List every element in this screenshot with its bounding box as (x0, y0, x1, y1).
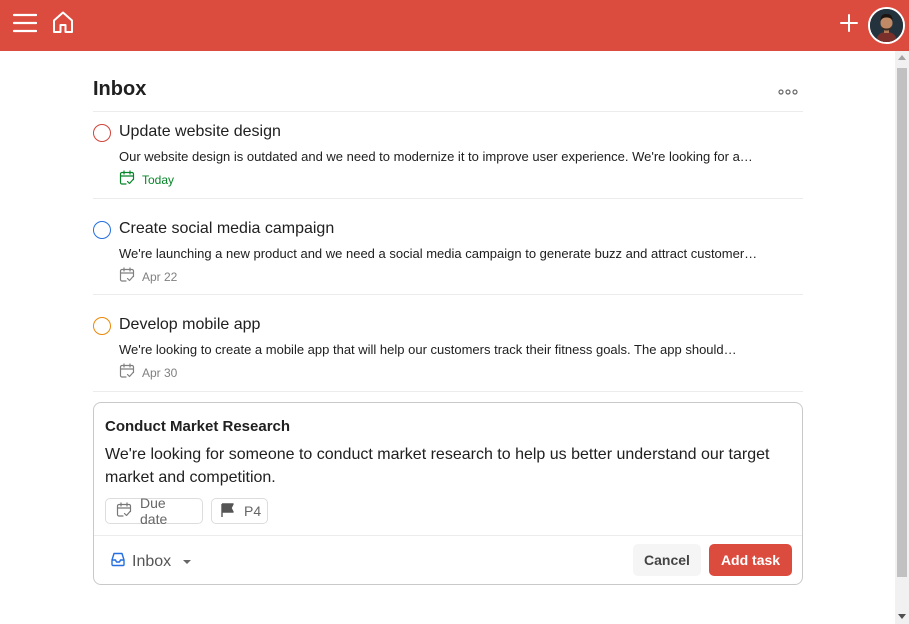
project-label: Inbox (132, 552, 172, 570)
more-options-button[interactable] (774, 80, 802, 102)
task-item: Create social media campaign We're launc… (93, 220, 803, 316)
task-title[interactable]: Update website design (119, 123, 281, 141)
scroll-up-arrow-icon[interactable] (898, 55, 906, 60)
task-item: Update website design Our website design… (93, 123, 803, 219)
home-icon (52, 10, 74, 39)
task-title[interactable]: Develop mobile app (119, 316, 260, 334)
due-date-button[interactable]: Due date (105, 495, 203, 527)
task-due-date[interactable]: Today (119, 170, 174, 189)
task-item: Develop mobile app We're looking to crea… (93, 316, 803, 412)
calendar-icon (116, 501, 132, 521)
ellipsis-icon (778, 82, 798, 100)
task-checkbox[interactable] (93, 317, 111, 335)
inbox-icon (110, 551, 126, 572)
calendar-icon (119, 170, 135, 189)
chevron-down-icon (183, 559, 192, 564)
scroll-down-arrow-icon[interactable] (898, 614, 906, 619)
add-task-submit-button[interactable]: Add task (709, 544, 792, 576)
priority-label: P4 (244, 503, 262, 519)
due-date-label: Due date (140, 495, 168, 527)
divider (93, 294, 803, 295)
due-date-label: Apr 22 (142, 269, 178, 284)
divider (93, 111, 803, 112)
task-checkbox[interactable] (93, 221, 111, 239)
task-name-input[interactable]: Conduct Market Research (105, 418, 290, 435)
divider (93, 198, 803, 199)
top-bar (0, 0, 909, 51)
home-button[interactable] (48, 9, 78, 39)
calendar-icon (119, 363, 135, 382)
calendar-icon (119, 267, 135, 286)
scrollbar-thumb[interactable] (897, 68, 907, 577)
hamburger-menu-icon (12, 13, 38, 38)
menu-button[interactable] (10, 11, 40, 39)
cancel-button[interactable]: Cancel (633, 544, 701, 576)
divider (93, 391, 803, 392)
due-date-label: Apr 30 (142, 365, 178, 380)
scrollbar[interactable] (895, 51, 909, 624)
task-editor: Conduct Market Research We're looking fo… (93, 402, 803, 585)
task-checkbox[interactable] (93, 124, 111, 142)
task-description: We're launching a new product and we nee… (119, 246, 758, 261)
task-description-input[interactable]: We're looking for someone to conduct mar… (105, 443, 785, 489)
project-select[interactable]: Inbox (110, 551, 192, 572)
task-due-date[interactable]: Apr 22 (119, 267, 177, 286)
priority-button[interactable]: P4 (211, 498, 268, 524)
task-due-date[interactable]: Apr 30 (119, 363, 177, 382)
plus-icon (840, 13, 858, 37)
page-title: Inbox (93, 78, 147, 100)
task-description: We're looking to create a mobile app tha… (119, 342, 737, 357)
due-date-label: Today (142, 172, 175, 187)
divider (94, 535, 802, 536)
task-title[interactable]: Create social media campaign (119, 220, 334, 238)
user-avatar[interactable] (868, 7, 905, 44)
flag-icon (220, 502, 236, 521)
task-description: Our website design is outdated and we ne… (119, 149, 753, 164)
add-task-button[interactable] (834, 10, 864, 40)
